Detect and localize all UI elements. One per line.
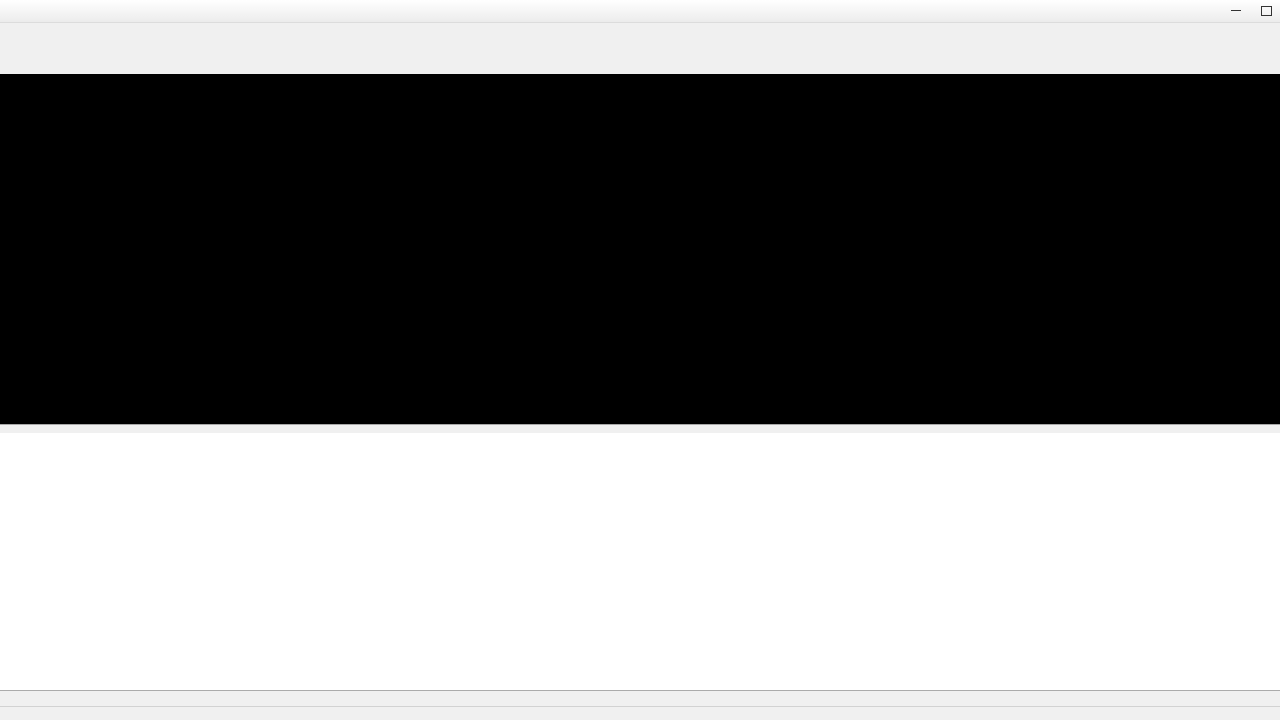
tester-tab-bar (0, 690, 1280, 707)
minimize-button[interactable] (1222, 1, 1250, 20)
report-top-strip (0, 425, 1280, 433)
chart-area[interactable] (0, 74, 1280, 424)
maximize-icon (1261, 6, 1272, 16)
menu-bar (0, 22, 1280, 36)
report-panel (0, 424, 1280, 691)
status-bar (0, 706, 1280, 720)
title-bar (0, 0, 1280, 23)
maximize-button[interactable] (1252, 1, 1280, 20)
minimize-icon (1231, 10, 1241, 11)
app-window (0, 0, 1280, 720)
